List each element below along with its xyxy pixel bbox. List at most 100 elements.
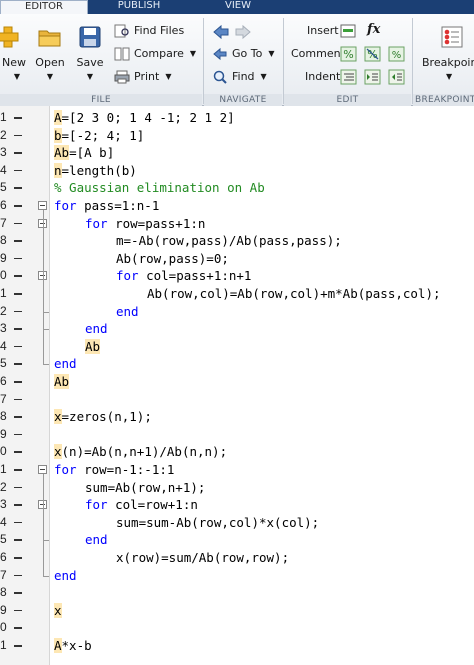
save-dropdown-arrow[interactable]: ▼ (70, 72, 110, 82)
code-text[interactable]: for col=pass+1:n+1 (116, 267, 251, 285)
code-line[interactable]: 1 A*x-b (0, 637, 474, 655)
insert-section-icon[interactable] (340, 23, 358, 39)
code-text[interactable]: Ab(row,col)=Ab(row,col)+m*Ab(pass,col); (147, 285, 441, 303)
comment-percent-icon[interactable]: % (340, 46, 358, 62)
code-text[interactable]: m=-Ab(row,pass)/Ab(pass,pass); (116, 232, 342, 250)
code-line[interactable]: 3 end (0, 320, 474, 338)
open-button[interactable]: Open ▼ (30, 22, 70, 88)
print-dropdown-arrow[interactable]: ▼ (165, 68, 171, 86)
code-text[interactable]: for row=pass+1:n (85, 215, 205, 233)
executable-line-marker[interactable] (14, 275, 22, 277)
executable-line-marker[interactable] (14, 433, 22, 436)
executable-line-marker[interactable] (14, 469, 22, 471)
executable-line-marker[interactable] (14, 645, 22, 647)
executable-line-marker[interactable] (14, 486, 22, 489)
code-text[interactable]: end (54, 567, 77, 585)
executable-line-marker[interactable] (14, 363, 22, 365)
code-text[interactable]: x(n)=Ab(n,n+1)/Ab(n,n); (54, 443, 227, 461)
executable-line-marker[interactable] (14, 416, 22, 418)
code-line[interactable]: 2 sum=Ab(row,n+1); (0, 479, 474, 497)
compare-dropdown-arrow[interactable]: ▼ (190, 45, 196, 63)
fx-button[interactable]: fx (367, 21, 380, 39)
code-line[interactable]: 1 A=[2 3 0; 1 4 -1; 2 1 2] (0, 109, 474, 127)
code-line[interactable]: 1 Ab(row,col)=Ab(row,col)+m*Ab(pass,col); (0, 285, 474, 303)
executable-line-marker[interactable] (14, 169, 22, 172)
executable-line-marker[interactable] (14, 222, 22, 225)
executable-line-marker[interactable] (14, 152, 22, 154)
tab-editor[interactable]: EDITOR (0, 0, 88, 14)
tab-view[interactable]: VIEW (196, 0, 280, 14)
executable-line-marker[interactable] (14, 187, 22, 189)
code-line[interactable]: 2 end (0, 303, 474, 321)
executable-line-marker[interactable] (14, 451, 22, 453)
code-fold-toggle[interactable] (38, 201, 47, 210)
code-text[interactable]: A=[2 3 0; 1 4 -1; 2 1 2] (54, 109, 235, 127)
code-text[interactable]: end (54, 355, 77, 373)
find-dropdown-arrow[interactable]: ▼ (261, 68, 267, 86)
insert-button[interactable]: Insert (307, 22, 339, 40)
tab-publish[interactable]: PUBLISH (96, 0, 182, 14)
goto-dropdown-arrow[interactable]: ▼ (268, 45, 274, 63)
code-line[interactable]: 8 m=-Ab(row,pass)/Ab(pass,pass); (0, 232, 474, 250)
code-text[interactable]: n=length(b) (54, 162, 137, 180)
find-button[interactable]: Find ▼ (212, 68, 267, 86)
code-line[interactable]: 4 n=length(b) (0, 162, 474, 180)
code-text[interactable]: Ab=[A b] (54, 144, 114, 162)
executable-line-marker[interactable] (14, 134, 22, 137)
code-text[interactable]: x=zeros(n,1); (54, 408, 152, 426)
code-text[interactable]: x(row)=sum/Ab(row,row); (116, 549, 289, 567)
save-button[interactable]: Save ▼ (70, 22, 110, 88)
code-editor[interactable]: 1 A=[2 3 0; 1 4 -1; 2 1 2] 2 b=[-2; 4; 1] 3 A… (0, 106, 474, 665)
code-text[interactable]: for col=row+1:n (85, 496, 198, 514)
code-line[interactable]: 0 for col=pass+1:n+1 (0, 267, 474, 285)
code-line[interactable]: 2 b=[-2; 4; 1] (0, 127, 474, 145)
code-line[interactable]: 3 for col=row+1:n (0, 496, 474, 514)
executable-line-marker[interactable] (14, 592, 22, 594)
code-line[interactable]: 5 end (0, 531, 474, 549)
executable-line-marker[interactable] (14, 205, 22, 207)
executable-line-marker[interactable] (14, 504, 22, 506)
code-text[interactable]: end (116, 303, 139, 321)
code-line[interactable]: 4 Ab (0, 338, 474, 356)
executable-line-marker[interactable] (14, 539, 22, 541)
code-text[interactable]: b=[-2; 4; 1] (54, 127, 144, 145)
executable-line-marker[interactable] (14, 240, 22, 242)
uncomment-percent-icon[interactable]: % (364, 46, 382, 62)
comment-button[interactable]: Comment (291, 45, 345, 63)
code-line[interactable]: 0 x(n)=Ab(n,n+1)/Ab(n,n); (0, 443, 474, 461)
print-button[interactable]: Print ▼ (114, 68, 171, 86)
code-text[interactable]: end (85, 320, 108, 338)
code-text[interactable]: sum=sum-Ab(row,col)*x(col); (116, 514, 319, 532)
code-line[interactable]: 5 % Gaussian elimination on Ab (0, 179, 474, 197)
code-text[interactable]: A*x-b (54, 637, 92, 655)
code-line[interactable]: 4 sum=sum-Ab(row,col)*x(col); (0, 514, 474, 532)
executable-line-marker[interactable] (14, 557, 22, 559)
executable-line-marker[interactable] (14, 381, 22, 383)
code-line[interactable]: 7 end (0, 567, 474, 585)
code-line[interactable]: 0 (0, 619, 474, 637)
code-line[interactable]: 9x (0, 602, 474, 620)
smart-indent-icon[interactable] (340, 69, 358, 85)
code-line[interactable]: 8 (0, 584, 474, 602)
new-dropdown-arrow[interactable]: ▼ (0, 72, 28, 82)
code-line[interactable]: 7 for row=pass+1:n (0, 215, 474, 233)
open-dropdown-arrow[interactable]: ▼ (30, 72, 70, 82)
code-line[interactable]: 9 Ab(row,pass)=0; (0, 250, 474, 268)
forward-arrow-icon[interactable] (234, 24, 252, 40)
code-text[interactable]: for pass=1:n-1 (54, 197, 159, 215)
compare-button[interactable]: Compare ▼ (114, 45, 196, 63)
executable-line-marker[interactable] (14, 574, 22, 577)
back-arrow-icon[interactable] (212, 24, 230, 40)
executable-line-marker[interactable] (14, 310, 22, 313)
executable-line-marker[interactable] (14, 257, 22, 260)
code-line[interactable]: 7 (0, 391, 474, 409)
code-line[interactable]: 6 for pass=1:n-1 (0, 197, 474, 215)
new-button[interactable]: New ▼ (0, 22, 28, 88)
executable-line-marker[interactable] (14, 627, 22, 629)
code-line[interactable]: 3 Ab=[A b] (0, 144, 474, 162)
code-text[interactable]: end (85, 531, 108, 549)
code-text[interactable]: sum=Ab(row,n+1); (85, 479, 205, 497)
code-text[interactable]: for row=n-1:-1:1 (54, 461, 174, 479)
decrease-indent-icon[interactable] (388, 69, 406, 85)
goto-button[interactable]: Go To ▼ (212, 45, 275, 63)
